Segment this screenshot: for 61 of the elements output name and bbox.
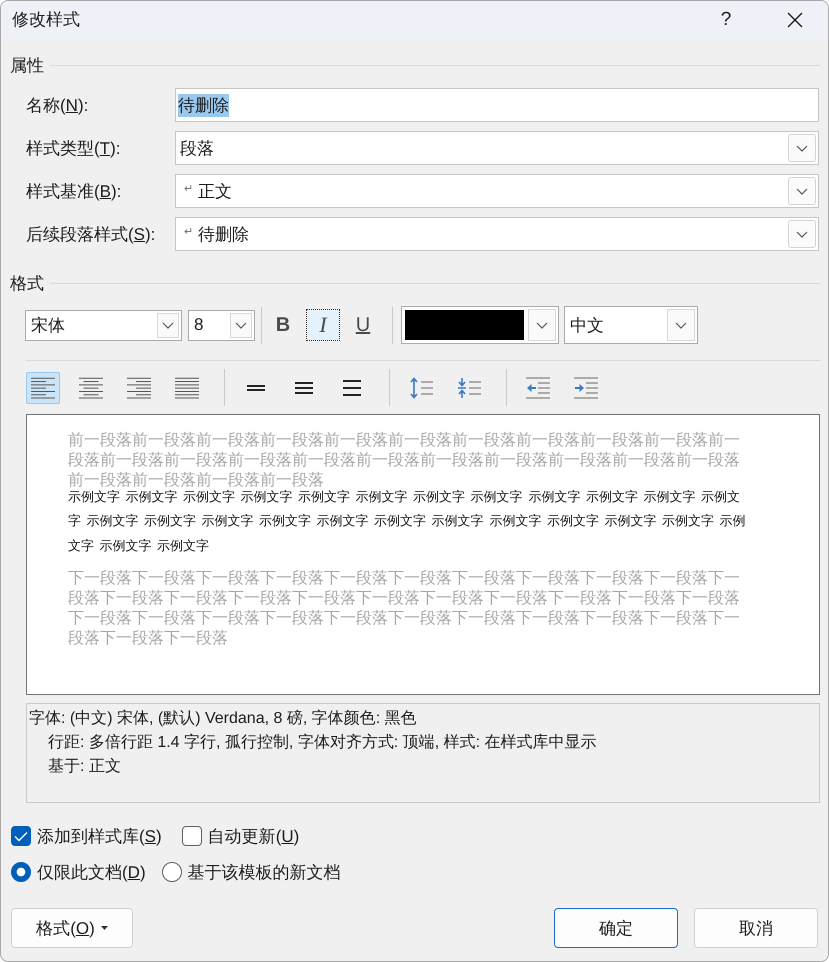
- preceding-paragraph-text: 前一段落前一段落前一段落前一段落前一段落前一段落前一段落前一段落前一段落前一段落前一段落前一段落前一段落前一段落前一段落前一段落前一段落前一段落前一段落前一段落前一段落前一段落前一段落前一段落前一段落: [68, 430, 741, 490]
- close-icon: [787, 12, 803, 28]
- paragraph-symbol: ↵: [184, 182, 194, 195]
- window-title: 修改样式: [12, 9, 81, 31]
- bold-button[interactable]: B: [266, 309, 300, 341]
- underline-button[interactable]: U: [346, 309, 380, 341]
- radio-label[interactable]: 仅限此文档(D): [37, 860, 146, 884]
- dropdown-arrow-button[interactable]: [157, 312, 179, 338]
- one-half-spacing-icon: [295, 380, 313, 396]
- field-label: 样式基准(B):: [26, 180, 122, 202]
- checkbox[interactable]: [182, 826, 202, 846]
- double-spacing-icon: [343, 380, 361, 396]
- sample-text: 示例文字 示例文字 示例文字 示例文字 示例文字 示例文字 示例文字 示例文字 示例文字 示例文字 示例文字 示例文字 示例文字 示例文字 示例文字 示例文字 示例文字 示例文字 示例文字 示例文字 示例文字 示例文字 示例文字 示例文字 示例文字 示例文字: [68, 489, 746, 556]
- description-line: 行距: 多倍行距 1.4 字行, 孤行控制, 字体对齐方式: 顶端, 样式: 在样式库中显示: [47, 732, 598, 753]
- dropdown[interactable]: 段落: [175, 131, 819, 165]
- field-label: 后续段落样式(S):: [26, 224, 156, 246]
- following-paragraph-text: 下一段落下一段落下一段落下一段落下一段落下一段落下一段落下一段落下一段落下一段落下一段落下一段落下一段落下一段落下一段落下一段落下一段落下一段落下一段落下一段落下一段落下一段落下一段落下一段落下一段落下一段落下一段落下一段落下一段落下一段落下一段落下一段落下一段落下一段落: [68, 568, 741, 648]
- font-size-dropdown[interactable]: 8: [188, 310, 255, 340]
- section-heading: 属性: [10, 54, 44, 76]
- ok-button[interactable]: 确定: [554, 908, 678, 948]
- radio-button[interactable]: [11, 862, 31, 882]
- italic-button[interactable]: I: [306, 309, 340, 341]
- align-left-button[interactable]: [26, 372, 60, 404]
- dropdown[interactable]: ↵ 正文: [175, 174, 819, 208]
- description-line: 字体: (中文) 宋体, (默认) Verdana, 8 磅, 字体颜色: 黑色: [29, 708, 418, 729]
- radio-label[interactable]: 基于该模板的新文档: [188, 860, 341, 884]
- paragraph-symbol: ↵: [184, 225, 194, 238]
- chevron-down-icon: [796, 188, 808, 194]
- chevron-down-icon: [162, 322, 174, 328]
- chevron-down-icon: [235, 322, 247, 328]
- cancel-button[interactable]: 取消: [694, 908, 818, 948]
- checkbox-label[interactable]: 自动更新(U): [208, 824, 300, 848]
- align-center-icon: [79, 376, 103, 398]
- dropdown-arrow-button[interactable]: [230, 312, 252, 338]
- align-left-icon: [31, 376, 55, 398]
- checkbox[interactable]: [11, 826, 31, 846]
- chevron-down-icon: [675, 322, 687, 328]
- font-color-dropdown[interactable]: [401, 306, 559, 344]
- chevron-down-icon: [796, 230, 808, 238]
- increase-indent-icon: [574, 376, 598, 398]
- checkbox-label[interactable]: 添加到样式库(S): [37, 824, 162, 848]
- text-field[interactable]: 待删除: [175, 88, 819, 122]
- spacing-increase-icon: [409, 376, 433, 398]
- font-dropdown[interactable]: 宋体: [25, 310, 182, 340]
- description-line: 基于: 正文: [47, 756, 122, 777]
- chevron-down-icon: [796, 144, 808, 152]
- format-menu-button[interactable]: 格式(O): [11, 908, 133, 948]
- align-right-icon: [127, 376, 151, 398]
- decrease-indent-icon: [526, 376, 550, 398]
- section-heading: 格式: [10, 272, 44, 294]
- chevron-down-icon: [536, 322, 548, 328]
- field-label: 名称(N):: [26, 94, 90, 116]
- spacing-decrease-icon: [457, 376, 481, 398]
- caret-icon: [100, 926, 108, 930]
- justify-icon: [175, 376, 199, 398]
- help-button[interactable]: ?: [706, 2, 746, 38]
- language-dropdown[interactable]: 中文: [564, 306, 698, 344]
- field-label: 样式类型(T):: [26, 138, 122, 160]
- radio-button[interactable]: [162, 862, 182, 882]
- checkmark-icon: [14, 830, 28, 842]
- dropdown[interactable]: ↵ 待删除: [175, 217, 819, 251]
